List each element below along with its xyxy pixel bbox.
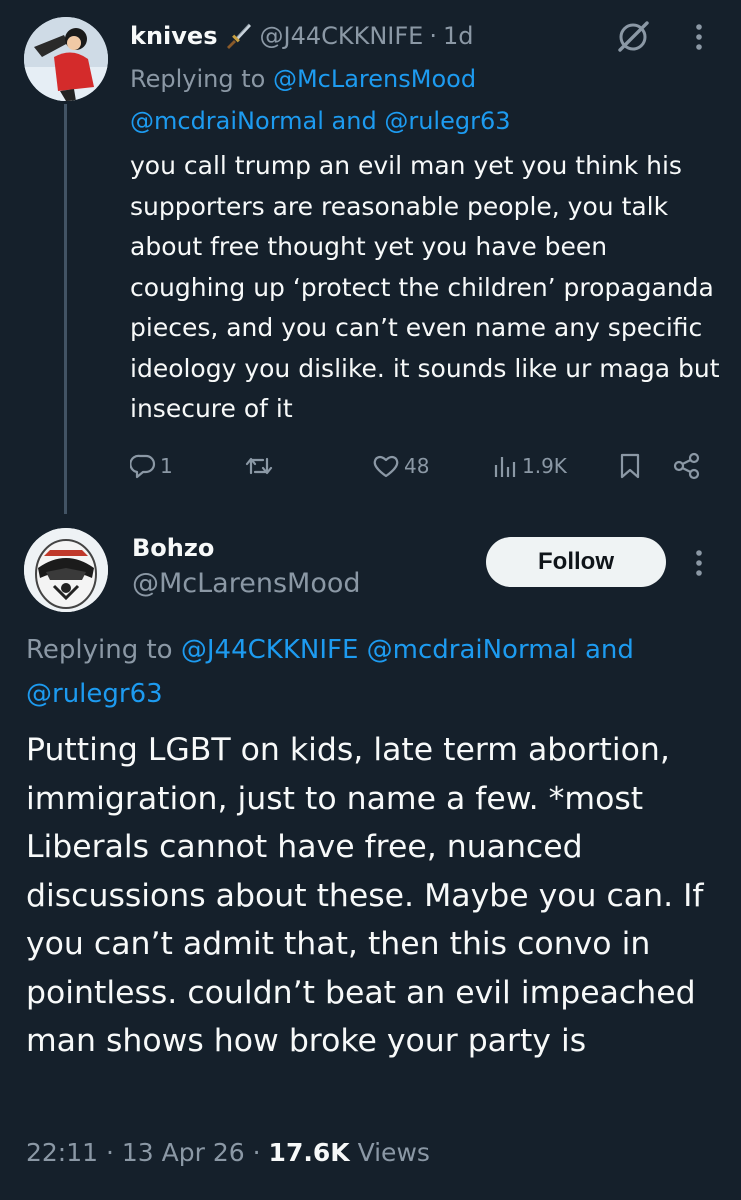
mention-link[interactable]: @McLarensMood [273,65,476,93]
action-bar: 1 48 1.9K [130,448,710,484]
separator-dot: · [106,1138,122,1167]
views-button[interactable]: 1.9K [492,448,567,484]
mention-link[interactable]: @mcdraiNormal [130,107,324,135]
share-button[interactable] [672,448,702,484]
separator-dot: · [429,22,437,50]
like-count: 48 [404,454,430,478]
views-count: 17.6K [268,1138,350,1167]
tweet-meta: 22:11 · 13 Apr 26 · 17.6K Views [26,1138,430,1167]
mention-link[interactable]: @J44CKKNIFE [181,635,359,665]
reply-header: knives @J44CKKNIFE · 1d [130,18,474,54]
views-label: Views [357,1138,430,1167]
thread-line [64,104,67,514]
more-vertical-icon[interactable] [688,20,710,54]
mention-link[interactable]: @mcdraiNormal [367,635,577,665]
tweet-date[interactable]: 13 Apr 26 [122,1138,245,1167]
heart-icon [372,453,400,479]
like-button[interactable]: 48 [372,448,429,484]
and-text: and [584,635,634,665]
share-icon [672,452,702,480]
replying-prefix: Replying to [130,65,266,93]
avatar[interactable] [24,17,108,101]
reply-button[interactable]: 1 [130,448,173,484]
replying-to: Replying to @McLarensMood @mcdraiNormal … [130,58,720,142]
retweet-button[interactable] [245,448,277,484]
grok-icon[interactable] [614,18,652,56]
reply-count: 1 [160,454,173,478]
tweet-time[interactable]: 22:11 [26,1138,98,1167]
tweet-text: you call trump an evil man yet you think… [130,151,720,423]
mention-link[interactable]: @rulegr63 [26,679,163,709]
author-name[interactable]: knives [130,22,217,50]
views-icon [492,453,518,479]
main-tweet[interactable]: Bohzo @McLarensMood Follow Replying to @… [0,510,741,1200]
bookmark-icon [618,452,642,480]
reply-icon [130,453,156,479]
replying-to: Replying to @J44CKKNIFE @mcdraiNormal an… [26,628,716,716]
and-text: and [331,107,377,135]
reply-tweet[interactable]: knives @J44CKKNIFE · 1d Replying to @McL… [0,0,741,514]
more-vertical-icon[interactable] [688,546,710,580]
tweet-time[interactable]: 1d [443,22,474,50]
author-handle[interactable]: @J44CKKNIFE [259,22,423,50]
mention-link[interactable]: @rulegr63 [384,107,510,135]
tweet-text: Putting LGBT on kids, late term abortion… [26,732,704,1059]
separator-dot: · [252,1138,269,1167]
bookmark-button[interactable] [618,448,642,484]
replying-prefix: Replying to [26,635,173,665]
author-name[interactable]: Bohzo [132,534,214,562]
avatar[interactable] [24,528,108,612]
dagger-icon [223,21,253,51]
follow-button[interactable]: Follow [486,537,666,587]
views-count: 1.9K [522,454,567,478]
author-handle[interactable]: @McLarensMood [132,568,361,599]
retweet-icon [245,453,273,479]
